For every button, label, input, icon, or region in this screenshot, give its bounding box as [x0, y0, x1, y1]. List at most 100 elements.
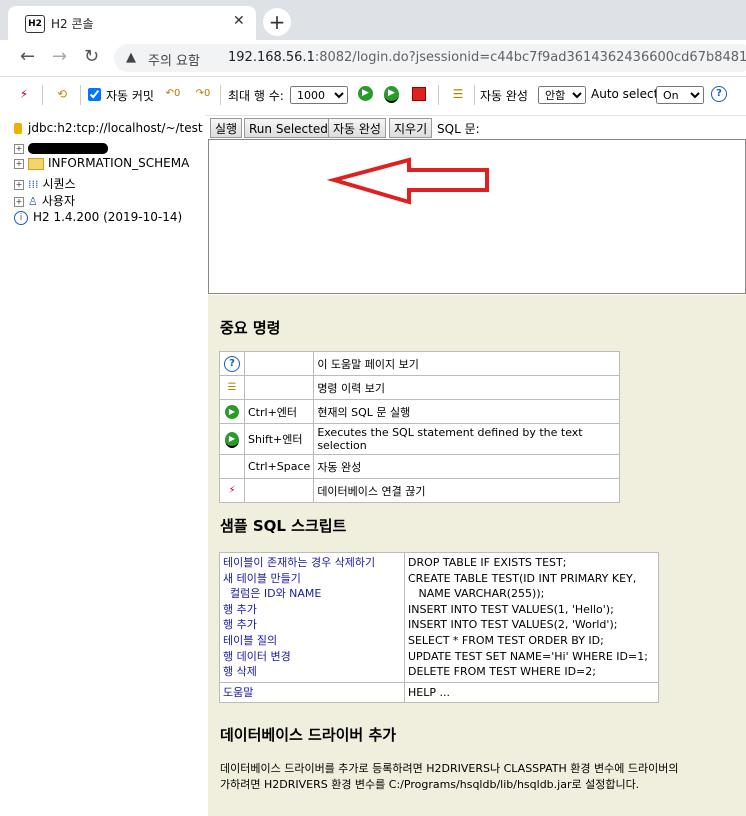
url-omnibox[interactable]: ▲ 주의 요함 192.168.56.1:8082/login.do?jsess… — [114, 44, 746, 72]
tree-item-users[interactable]: + ♙ 사용자 — [14, 192, 75, 209]
browser-tab[interactable]: H2 H2 콘솔 ✕ — [8, 6, 256, 40]
disconnect-icon[interactable]: ⚡ — [16, 86, 32, 102]
auto-complete-button[interactable]: 자동 완성 — [328, 118, 386, 138]
url-path: :8082/login.do?jsessionid=c44bc7f9ad3614… — [314, 50, 746, 65]
expand-icon[interactable]: + — [14, 179, 24, 190]
auto-commit-label: 자동 커밋 — [106, 89, 154, 103]
auto-commit-checkbox[interactable] — [88, 88, 101, 101]
back-arrow-icon[interactable]: ← — [20, 46, 35, 67]
sample-sql: DROP TABLE IF EXISTS TEST; — [408, 556, 567, 569]
tree-item-label: 시퀀스 — [42, 177, 76, 191]
url-host: 192.168.56.1 — [228, 50, 315, 65]
expand-icon[interactable]: + — [14, 158, 24, 169]
cmd-desc: 이 도움말 페이지 보기 — [313, 351, 620, 376]
new-tab-button[interactable]: + — [263, 8, 291, 36]
annotation-arrow — [326, 157, 489, 205]
sample-sql: CREATE TABLE TEST(ID INT PRIMARY KEY, — [408, 571, 637, 585]
sample-sql-cell: HELP ... — [404, 681, 659, 704]
run-selected-button[interactable]: Run Selected — [244, 118, 333, 138]
cmd-icon-cell: ▶ — [219, 399, 245, 424]
tree-item-sequences[interactable]: + ⁞⁞⁞ 시퀀스 — [14, 175, 76, 192]
cmd-icon-cell: ⚡ — [219, 478, 245, 503]
tree-item-label: 사용자 — [41, 194, 75, 208]
refresh-icon[interactable]: ⟲ — [54, 86, 70, 102]
sample-sql-table: 테이블이 존재하는 경우 삭제하기 새 테이블 만들기 컬럼은 ID와 NAME… — [219, 552, 659, 704]
cmd-key — [243, 375, 315, 400]
stop-icon[interactable] — [412, 87, 426, 101]
sample-link[interactable]: 테이블이 존재하는 경우 삭제하기 — [223, 555, 401, 571]
toolbar-separator — [80, 85, 81, 105]
cmd-desc: 현재의 SQL 문 실행 — [313, 399, 620, 424]
sample-sql: DELETE FROM TEST WHERE ID=2; — [408, 665, 596, 679]
auto-select-select[interactable]: On — [656, 86, 704, 104]
folder-icon — [28, 157, 44, 170]
redacted-schema — [28, 143, 108, 154]
toolbar-separator — [474, 85, 475, 105]
sample-sql: NAME VARCHAR(255)); — [408, 587, 545, 601]
database-icon — [14, 123, 22, 134]
sample-sql: UPDATE TEST SET NAME='Hi' WHERE ID=1; — [408, 649, 648, 663]
sample-sql-cell: DROP TABLE IF EXISTS TEST; CREATE TABLE … — [404, 552, 659, 683]
sample-link[interactable]: 행 삭제 — [223, 664, 401, 680]
toolbar-separator — [220, 85, 221, 105]
important-commands-title: 중요 명령 — [220, 319, 281, 337]
expand-icon[interactable]: + — [14, 196, 24, 207]
sql-label: SQL 문: — [437, 122, 480, 136]
security-warning-text[interactable]: 주의 요함 — [148, 50, 200, 69]
tab-title: H2 콘솔 — [51, 17, 94, 31]
table-row: ⚡ 데이터베이스 연결 끊기 — [219, 478, 620, 503]
tree-item-redacted[interactable]: + — [14, 141, 108, 155]
url-text[interactable]: 192.168.56.1:8082/login.do?jsessionid=c4… — [228, 50, 746, 65]
driver-line: 가하려면 H2DRIVERS 환경 변수를 C:/Programs/hsqldb… — [220, 778, 640, 791]
run-selected-icon[interactable]: ▶ — [384, 86, 399, 103]
clear-button[interactable]: 지우기 — [389, 118, 433, 138]
expand-icon[interactable]: + — [14, 143, 24, 154]
cmd-key: Ctrl+엔터 — [243, 399, 315, 424]
commit-icon[interactable]: ↷0 — [195, 86, 211, 102]
disconnect-icon[interactable]: ⚡ — [225, 484, 239, 498]
cmd-desc: 자동 완성 — [313, 454, 620, 479]
help-panel: 중요 명령 ? 이 도움말 페이지 보기 ☰ 명령 이력 보기 ▶ Ctrl+엔… — [208, 295, 746, 816]
forward-arrow-icon[interactable]: → — [52, 46, 67, 67]
sample-link[interactable]: 행 추가 — [223, 602, 401, 618]
max-rows-select[interactable]: 1000 — [290, 86, 348, 104]
users-icon: ♙ — [28, 195, 38, 208]
address-bar: ← → ↻ ▲ 주의 요함 192.168.56.1:8082/login.do… — [0, 40, 746, 77]
connection-url: jdbc:h2:tcp://localhost/~/test — [28, 121, 203, 135]
tree-version: i H2 1.4.200 (2019-10-14) — [14, 210, 182, 225]
help-link[interactable]: 도움말 — [223, 685, 401, 701]
rollback-icon[interactable]: ↶0 — [165, 86, 181, 102]
table-row: ? 이 도움말 페이지 보기 — [219, 351, 620, 376]
close-tab-icon[interactable]: ✕ — [233, 13, 245, 29]
tree-connection[interactable]: jdbc:h2:tcp://localhost/~/test — [14, 121, 203, 135]
cmd-icon-cell: ☰ — [219, 375, 245, 400]
warning-triangle-icon[interactable]: ▲ — [126, 50, 136, 65]
help-icon[interactable]: ? — [224, 355, 240, 372]
cmd-icon-cell: ▶ — [219, 423, 245, 455]
sequence-icon: ⁞⁞⁞ — [28, 178, 39, 191]
sample-link[interactable]: 컬럼은 ID와 NAME — [223, 586, 401, 602]
sample-labels-cell: 테이블이 존재하는 경우 삭제하기 새 테이블 만들기 컬럼은 ID와 NAME… — [219, 552, 405, 683]
add-driver-title: 데이터베이스 드라이버 추가 — [220, 726, 397, 744]
run-icon[interactable]: ▶ — [358, 86, 373, 101]
auto-complete-label: 자동 완성 — [480, 89, 528, 103]
sample-link[interactable]: 테이블 질의 — [223, 633, 401, 649]
help-icon[interactable]: ? — [711, 86, 727, 102]
auto-complete-select[interactable]: 안함 — [538, 86, 586, 104]
table-row: ☰ 명령 이력 보기 — [219, 375, 620, 400]
sample-link[interactable]: 행 추가 — [223, 617, 401, 633]
reload-icon[interactable]: ↻ — [84, 46, 99, 67]
tree-item-information-schema[interactable]: + INFORMATION_SCHEMA — [14, 156, 189, 170]
run-selected-icon[interactable]: ▶ — [225, 431, 239, 448]
history-icon[interactable]: ☰ — [225, 381, 239, 395]
sample-link[interactable]: 행 데이터 변경 — [223, 649, 401, 665]
toolbar-separator — [438, 85, 439, 105]
sql-editor[interactable] — [208, 139, 746, 294]
max-rows-label: 최대 행 수: — [228, 89, 284, 103]
run-icon[interactable]: ▶ — [225, 405, 239, 419]
info-icon: i — [14, 210, 28, 225]
sample-link[interactable]: 새 테이블 만들기 — [223, 571, 401, 587]
run-button[interactable]: 실행 — [210, 118, 243, 138]
tree-item-label: INFORMATION_SCHEMA — [48, 156, 190, 170]
history-icon[interactable]: ☰ — [450, 86, 466, 102]
